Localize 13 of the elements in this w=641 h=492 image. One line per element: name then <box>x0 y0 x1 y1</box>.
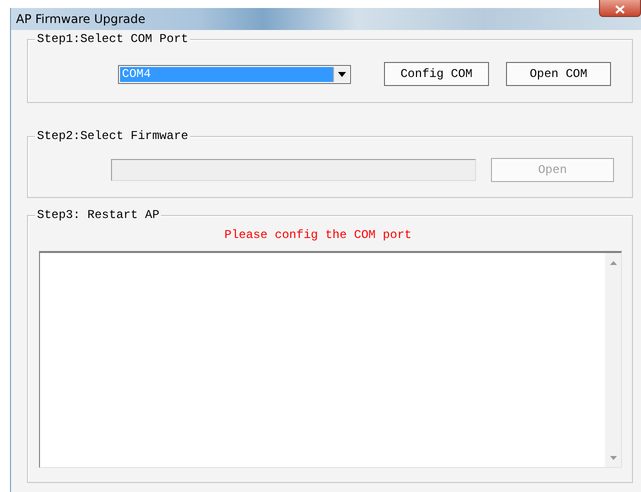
window-title: AP Firmware Upgrade <box>15 11 146 26</box>
scroll-down-icon[interactable] <box>610 456 616 460</box>
group-label: Step3: Restart AP <box>35 208 162 222</box>
caret-icon <box>338 72 346 76</box>
group-label: Step2:Select Firmware <box>35 129 190 143</box>
status-message: Please config the COM port <box>223 227 413 244</box>
group-label: Step1:Select COM Port <box>35 32 190 46</box>
scroll-up-icon[interactable] <box>610 261 616 265</box>
close-button[interactable] <box>599 0 641 17</box>
close-icon <box>615 5 625 14</box>
button[interactable]: Config COM <box>384 62 489 86</box>
scroll-bar[interactable] <box>605 253 621 467</box>
button[interactable]: Open COM <box>506 62 611 86</box>
